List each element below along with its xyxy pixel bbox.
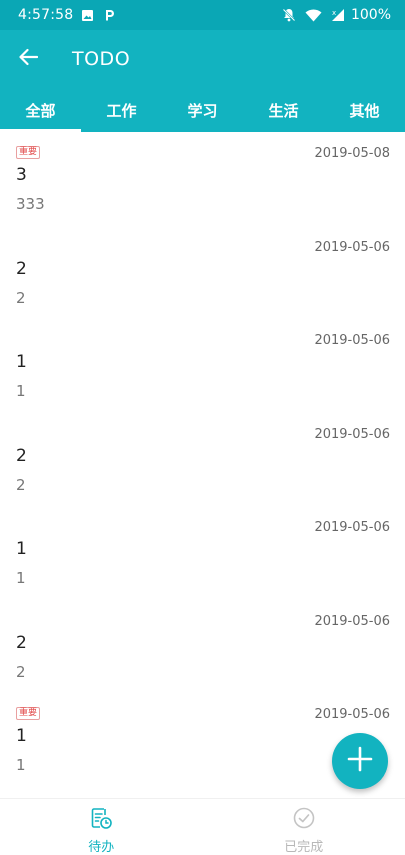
battery-percentage: 100% <box>350 7 391 23</box>
category-tabs: 全部 工作 学习 生活 其他 <box>0 88 405 132</box>
item-body: 2 <box>16 662 26 681</box>
item-title: 2 <box>16 258 27 279</box>
bell-muted-icon <box>281 7 297 23</box>
item-body: 1 <box>16 382 26 400</box>
list-item[interactable]: 2019-05-06 1 1 <box>0 319 405 413</box>
item-title: 1 <box>16 726 27 746</box>
todo-list-icon <box>89 806 113 834</box>
tab-work[interactable]: 工作 <box>81 88 162 132</box>
tab-life[interactable]: 生活 <box>243 88 324 132</box>
page-title: TODO <box>72 48 131 70</box>
list-item[interactable]: 2019-05-06 2 2 <box>0 600 405 694</box>
item-body: 1 <box>16 569 26 587</box>
item-body: 1 <box>16 756 26 774</box>
add-todo-button[interactable] <box>332 733 388 789</box>
tab-all[interactable]: 全部 <box>0 88 81 132</box>
item-date: 2019-05-06 <box>314 613 390 629</box>
list-item[interactable]: 2019-05-06 2 2 <box>0 226 405 320</box>
status-bar: 4:57:58 x 100% <box>0 0 405 30</box>
list-item[interactable]: 重要 2019-05-08 3 333 <box>0 132 405 226</box>
item-date: 2019-05-08 <box>314 146 390 161</box>
plus-icon <box>347 746 373 776</box>
image-icon <box>81 9 94 22</box>
nav-todo[interactable]: 待办 <box>0 799 203 855</box>
nav-completed[interactable]: 已完成 <box>203 799 405 855</box>
item-body: 333 <box>16 195 45 213</box>
nav-completed-label: 已完成 <box>284 840 324 855</box>
item-body: 2 <box>16 475 26 494</box>
item-date: 2019-05-06 <box>314 426 390 442</box>
list-item[interactable]: 2019-05-06 2 2 <box>0 413 405 507</box>
check-circle-icon <box>292 806 316 834</box>
item-title: 1 <box>16 352 27 372</box>
item-title: 2 <box>16 445 27 466</box>
app-bar: TODO <box>0 30 405 88</box>
item-date: 2019-05-06 <box>314 333 390 348</box>
bottom-navigation: 待办 已完成 <box>0 798 405 855</box>
item-title: 3 <box>16 165 27 185</box>
item-body: 2 <box>16 288 26 307</box>
item-date: 2019-05-06 <box>314 707 390 722</box>
item-date: 2019-05-06 <box>314 239 390 255</box>
signal-icon: x <box>330 8 345 22</box>
wifi-icon <box>305 8 322 22</box>
important-tag: 重要 <box>16 707 41 720</box>
nav-todo-label: 待办 <box>88 840 115 855</box>
svg-text:x: x <box>332 9 336 17</box>
back-button[interactable] <box>0 30 56 88</box>
item-title: 1 <box>16 539 27 559</box>
status-time: 4:57:58 <box>18 7 74 23</box>
item-date: 2019-05-06 <box>314 520 390 535</box>
todo-list: 重要 2019-05-08 3 333 2019-05-06 2 2 2019-… <box>0 132 405 787</box>
tab-study[interactable]: 学习 <box>162 88 243 132</box>
p-app-icon <box>102 8 116 22</box>
arrow-left-icon <box>18 48 39 70</box>
tab-other[interactable]: 其他 <box>324 88 405 132</box>
list-item[interactable]: 2019-05-06 1 1 <box>0 506 405 600</box>
item-title: 2 <box>16 632 27 653</box>
important-tag: 重要 <box>16 146 41 159</box>
